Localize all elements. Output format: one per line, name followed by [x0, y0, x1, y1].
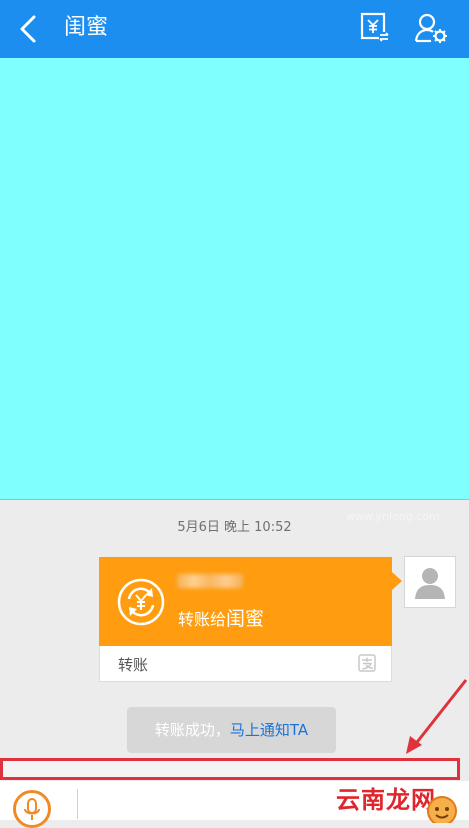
transfer-footer-label: 转账 [118, 656, 149, 674]
mascot-icon [427, 796, 457, 823]
voice-button[interactable] [13, 790, 51, 828]
transfer-desc-prefix: 转账给 [178, 610, 227, 629]
transfer-recipient: 闺蜜 [226, 608, 265, 630]
notice-text: 转账成功， [154, 721, 230, 739]
microphone-icon [24, 798, 40, 820]
transfer-success-notice: 转账成功，马上通知TA [127, 707, 336, 753]
transfer-card-header: 转账给闺蜜 [99, 557, 392, 646]
blurred-sender-name [177, 574, 243, 588]
chat-title: 闺蜜 [64, 15, 109, 40]
message-timestamp: 5月6日 晚上 10:52 [177, 520, 292, 535]
title-bar: 闺蜜 [0, 0, 469, 58]
yen-cycle-icon [117, 578, 165, 626]
chevron-left-icon[interactable] [16, 14, 42, 44]
avatar[interactable] [404, 556, 456, 608]
content-area: www.ynlong.com [0, 58, 469, 523]
bubble-tail [392, 572, 402, 590]
default-avatar-icon [415, 568, 445, 599]
notify-ta-link[interactable]: 马上通知TA [230, 721, 308, 739]
transfer-card[interactable]: 转账给闺蜜 转账 [99, 557, 402, 682]
alipay-icon [358, 654, 376, 672]
input-divider [77, 789, 78, 819]
yen-transfer-icon[interactable] [360, 12, 390, 44]
transfer-description: 转账给闺蜜 [178, 604, 264, 631]
user-settings-icon[interactable] [414, 12, 448, 44]
annotation-arrow [406, 679, 468, 754]
